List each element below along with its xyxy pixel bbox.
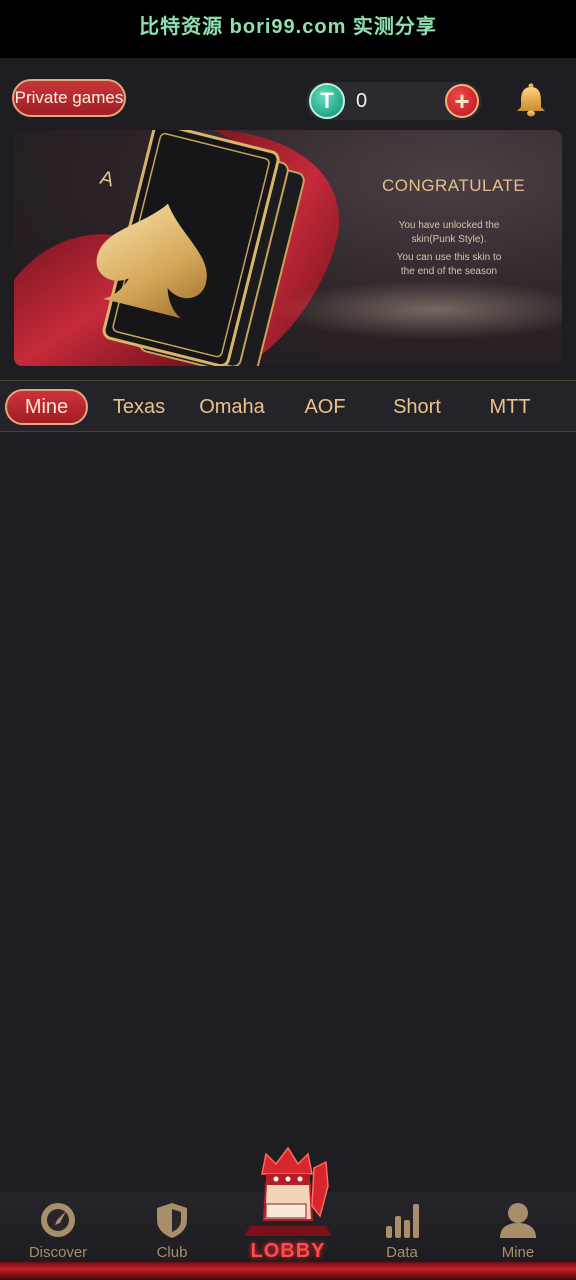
balance-pill: T 0 +: [306, 82, 482, 120]
banner-title: CONGRATULATE: [382, 176, 526, 195]
tab-mtt[interactable]: MTT: [466, 389, 554, 425]
tab-omaha[interactable]: Omaha: [188, 389, 276, 425]
watermark-bar: 比特资源 bori99.com 实测分享: [0, 0, 576, 58]
nav-mine-label: Mine: [501, 1244, 535, 1261]
bar-chart-icon: [386, 1204, 419, 1238]
banner-text-line-2: skin(Punk Style).: [411, 234, 487, 245]
nav-discover[interactable]: Discover: [10, 1198, 106, 1264]
nav-lobby[interactable]: LOBBY: [236, 1146, 340, 1266]
tab-mine[interactable]: Mine: [5, 389, 88, 425]
tether-coin-icon: T: [309, 83, 345, 119]
king-card-icon: [244, 1146, 332, 1236]
banner-glow: [274, 280, 562, 340]
promo-banner[interactable]: CONGRATULATE You have unlocked the skin(…: [14, 130, 562, 366]
tab-aof[interactable]: AOF: [282, 389, 368, 425]
nav-data[interactable]: Data: [354, 1198, 450, 1264]
nav-club[interactable]: Club: [124, 1198, 220, 1264]
watermark-text: 比特资源 bori99.com 实测分享: [139, 16, 437, 38]
private-games-button[interactable]: Private games: [12, 79, 126, 117]
shield-icon: [157, 1203, 187, 1238]
nav-lobby-label: LOBBY: [250, 1240, 326, 1262]
balance-value: 0: [356, 90, 368, 112]
banner-text-line-4: the end of the season: [400, 266, 498, 277]
games-list-empty: [0, 433, 576, 1193]
compass-icon: [41, 1203, 75, 1237]
top-header: Private games T 0 +: [0, 58, 576, 130]
banner-text-line-3: You can use this skin to: [396, 252, 502, 263]
nav-mine[interactable]: Mine: [470, 1198, 566, 1264]
nav-discover-label: Discover: [28, 1244, 88, 1261]
tab-short[interactable]: Short: [374, 389, 460, 425]
game-type-tabs: Mine Texas Omaha AOF Short MTT: [0, 380, 576, 432]
user-icon: [500, 1203, 536, 1238]
tab-texas[interactable]: Texas: [96, 389, 182, 425]
banner-text-line-1: You have unlocked the: [398, 220, 500, 231]
add-funds-button[interactable]: +: [445, 84, 479, 118]
nav-data-label: Data: [386, 1244, 418, 1261]
bell-icon[interactable]: [514, 82, 548, 118]
nav-club-label: Club: [156, 1244, 188, 1261]
